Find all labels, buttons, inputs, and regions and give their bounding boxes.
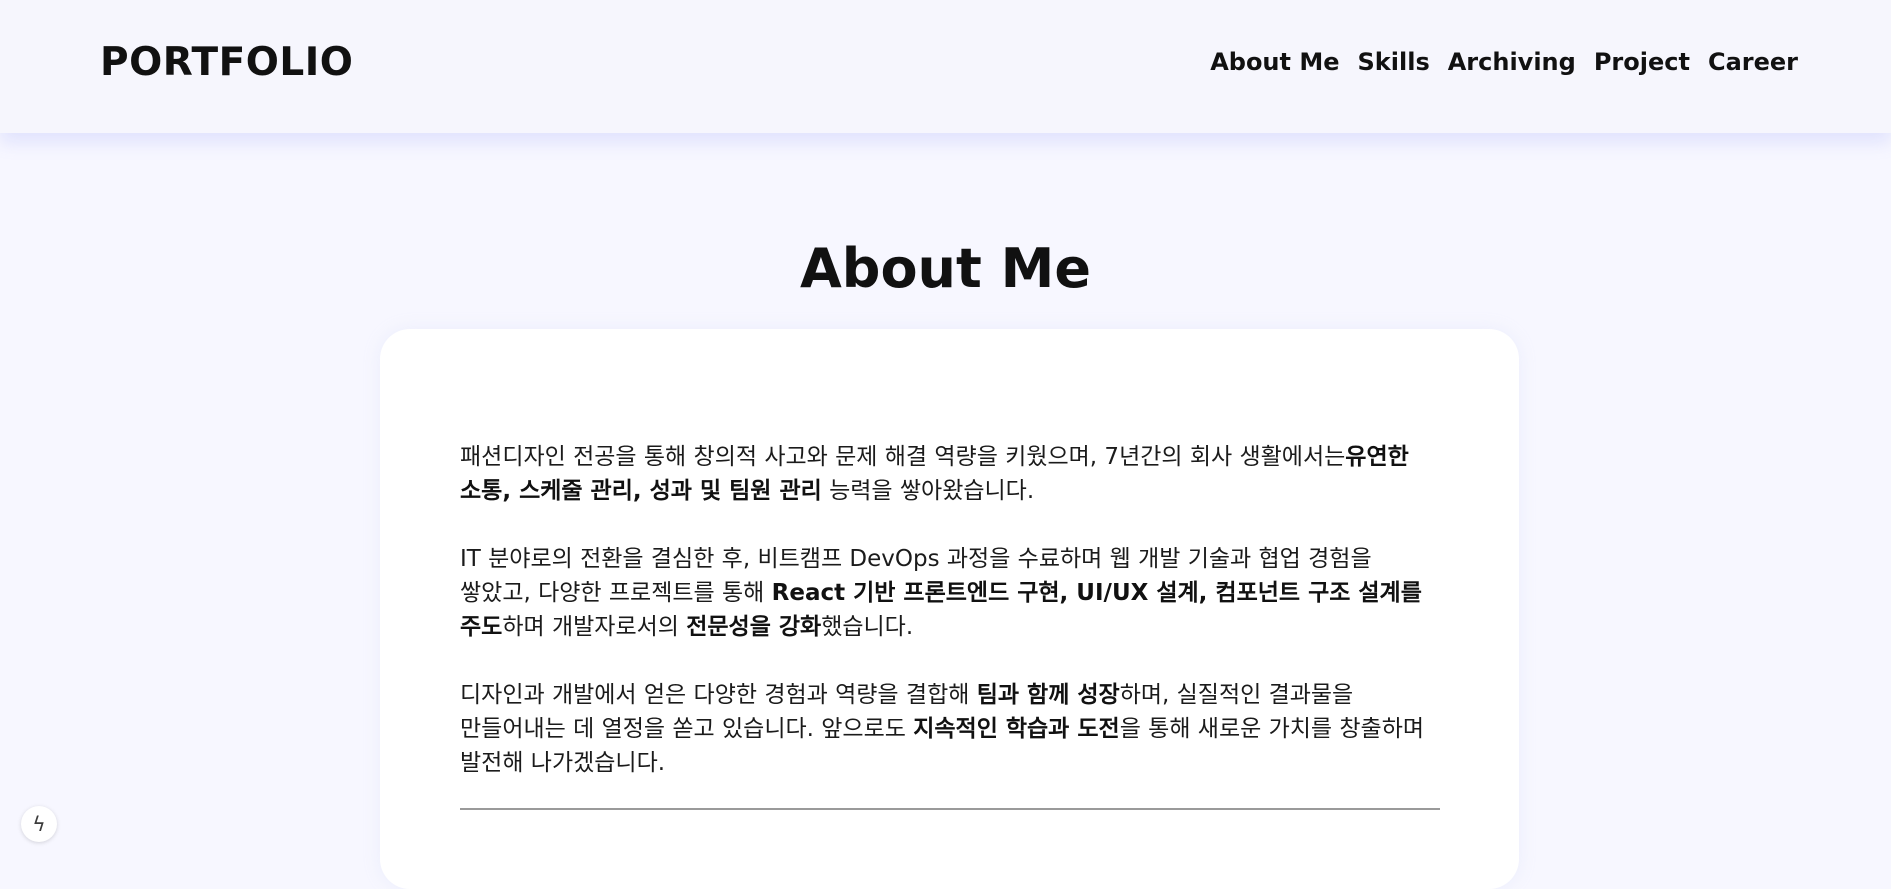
nav-link-skills[interactable]: Skills [1358,44,1430,80]
body-text: 했습니다. [821,614,914,640]
top-navigation: PORTFOLIO About Me Skills Archiving Proj… [0,0,1891,133]
nav-link-about-me[interactable]: About Me [1210,44,1339,80]
emphasized-text: 팀과 함께 성장 [976,682,1120,708]
portfolio-logo[interactable]: PORTFOLIO [100,37,353,89]
main-nav: About Me Skills Archiving Project Career [1210,44,1798,80]
content-divider [460,808,1440,810]
emphasized-text: 지속적인 학습과 도전 [913,716,1120,742]
about-me-card: 패션디자인 전공을 통해 창의적 사고와 문제 해결 역량을 키웠으며, 7년간… [380,329,1519,889]
about-paragraph-3: 디자인과 개발에서 얻은 다양한 경험과 역량을 결합해 팀과 함께 성장하며,… [460,678,1440,780]
about-paragraph-2: IT 분야로의 전환을 결심한 후, 비트캠프 DevOps 과정을 수료하며 … [460,542,1440,644]
body-text: 디자인과 개발에서 얻은 다양한 경험과 역량을 결합해 [460,682,977,708]
about-paragraph-1: 패션디자인 전공을 통해 창의적 사고와 문제 해결 역량을 키웠으며, 7년간… [460,440,1440,508]
body-text: 능력을 쌓아왔습니다. [821,478,1035,504]
nav-link-project[interactable]: Project [1594,44,1690,80]
nav-link-career[interactable]: Career [1708,44,1798,80]
body-text: 패션디자인 전공을 통해 창의적 사고와 문제 해결 역량을 키웠으며, 7년간… [460,444,1346,470]
lightning-icon[interactable]: ϟ [21,806,57,842]
body-text: 하며 개발자로서의 [502,614,687,640]
emphasized-text: 전문성을 강화 [686,614,822,640]
about-me-title: About Me [800,237,1091,301]
nav-link-archiving[interactable]: Archiving [1448,44,1576,80]
